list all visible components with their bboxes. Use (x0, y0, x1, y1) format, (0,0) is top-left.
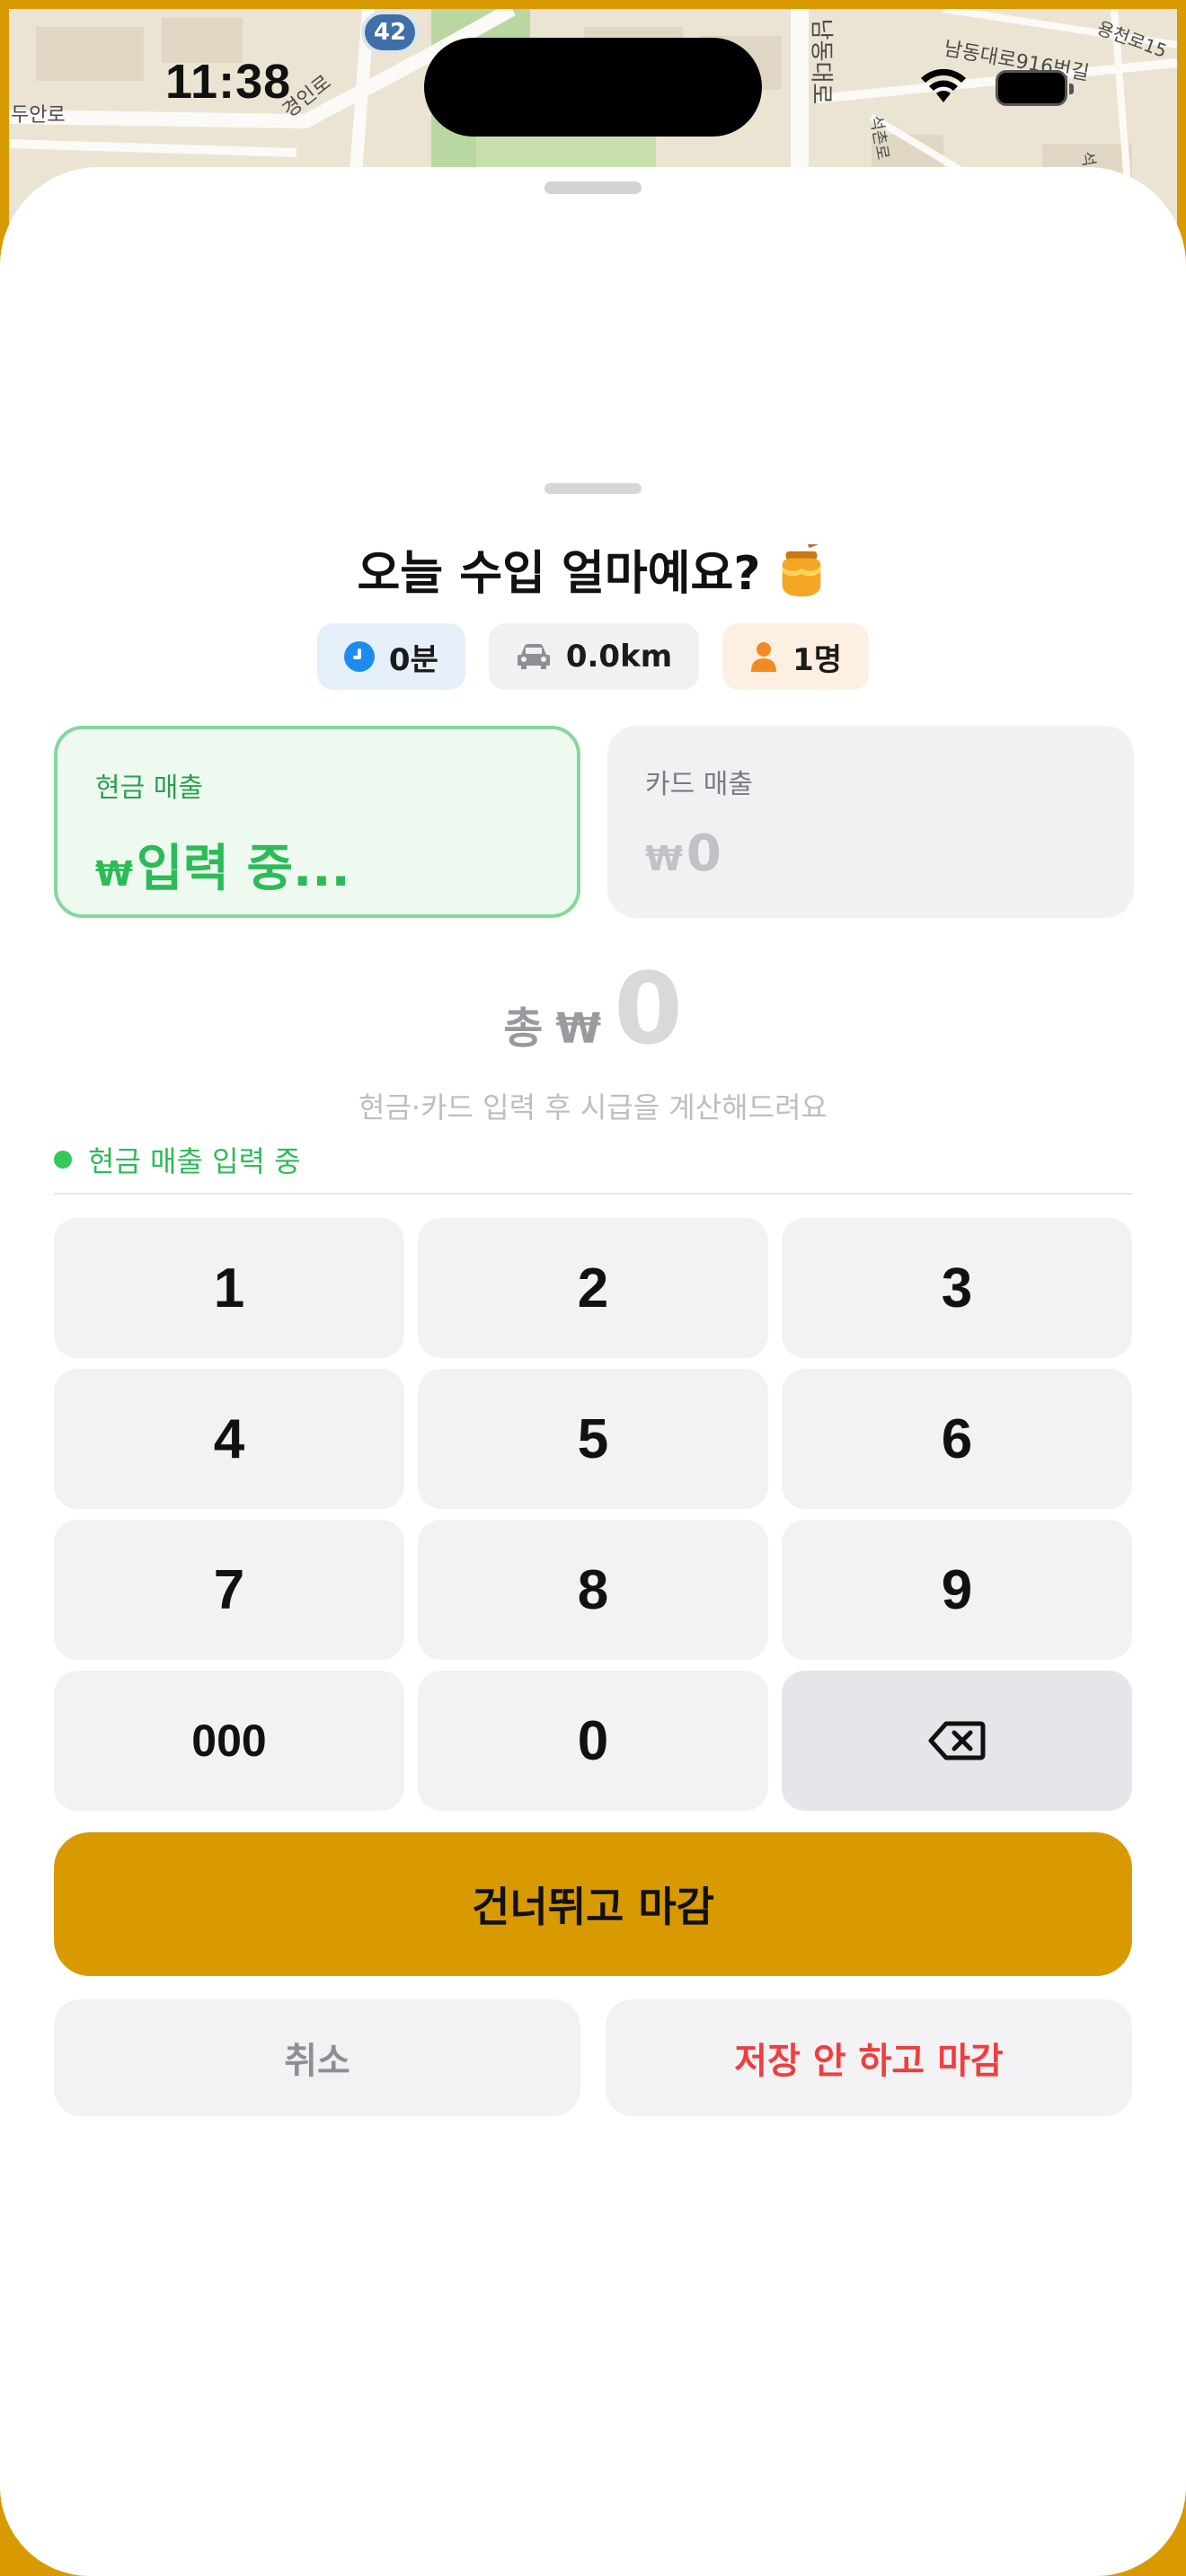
close-without-save-button[interactable]: 저장 안 하고 마감 (606, 1999, 1132, 2116)
sheet-title: 오늘 수입 얼마예요? (0, 535, 1186, 603)
status-dot (54, 1151, 72, 1169)
map-label-duan: 두안로 (11, 104, 66, 127)
total-value: 0 (614, 951, 683, 1066)
honey-pot-icon (782, 544, 820, 597)
total-row: 총 ₩ 0 (0, 959, 1186, 1058)
input-status: 현금 매출 입력 중 (54, 1139, 301, 1180)
trip-stats-chips: 0분 0.0km 1명 (0, 623, 1186, 690)
backspace-key[interactable] (782, 1671, 1132, 1811)
card-sales-value-row: ₩ 0 (645, 825, 1096, 883)
key-6[interactable]: 6 (782, 1369, 1132, 1509)
cash-sales-card[interactable]: 현금 매출 ₩ 입력 중... (54, 726, 580, 918)
key-000[interactable]: 000 (54, 1671, 404, 1811)
key-1[interactable]: 1 (54, 1218, 404, 1358)
key-2[interactable]: 2 (418, 1218, 768, 1358)
sheet-grabber[interactable] (544, 483, 642, 494)
key-9[interactable]: 9 (782, 1520, 1132, 1660)
divider (54, 1193, 1132, 1195)
key-3[interactable]: 3 (782, 1218, 1132, 1358)
card-sales-label: 카드 매출 (645, 769, 753, 800)
dynamic-island (424, 38, 762, 137)
sheet-grabber-back[interactable] (544, 181, 642, 194)
key-4[interactable]: 4 (54, 1369, 404, 1509)
battery-icon (996, 70, 1074, 106)
duration-value: 0분 (388, 641, 438, 678)
wifi-icon (921, 68, 966, 102)
total-label: 총 (503, 1003, 544, 1054)
distance-chip: 0.0km (488, 623, 700, 690)
numeric-keypad: 1 2 3 4 5 6 7 8 9 000 0 (54, 1218, 1132, 1811)
delete-left-icon (928, 1721, 986, 1760)
key-8[interactable]: 8 (418, 1520, 768, 1660)
route-number-badge: 42 (361, 11, 419, 54)
distance-value: 0.0km (565, 639, 673, 675)
cash-sales-value-row: ₩ 입력 중... (95, 828, 539, 901)
cash-currency: ₩ (95, 854, 133, 894)
hint-text: 현금·카드 입력 후 시급을 계산해드려요 (358, 1090, 828, 1125)
cash-sales-label: 현금 매출 (95, 772, 203, 804)
key-0[interactable]: 0 (418, 1671, 768, 1811)
input-status-text: 현금 매출 입력 중 (88, 1144, 301, 1178)
passengers-value: 1명 (792, 641, 843, 678)
person-icon (751, 642, 777, 672)
total-currency: ₩ (555, 1004, 602, 1053)
skip-and-close-button[interactable]: 건너뛰고 마감 (54, 1832, 1132, 1976)
clock-icon (343, 641, 375, 672)
card-sales-value: 0 (686, 825, 721, 883)
card-sales-card[interactable]: 카드 매출 ₩ 0 (607, 726, 1134, 918)
status-time: 11:38 (165, 55, 292, 109)
duration-chip: 0분 (316, 623, 465, 690)
map-label-namdong: 남동대로 (807, 18, 835, 105)
cancel-button[interactable]: 취소 (54, 1999, 580, 2116)
car-icon (517, 644, 550, 669)
key-5[interactable]: 5 (418, 1369, 768, 1509)
passengers-chip: 1명 (722, 623, 870, 690)
sheet-title-text: 오늘 수입 얼마예요? (357, 547, 761, 601)
key-7[interactable]: 7 (54, 1520, 404, 1660)
card-currency: ₩ (645, 839, 683, 878)
cash-sales-value: 입력 중... (136, 840, 350, 898)
